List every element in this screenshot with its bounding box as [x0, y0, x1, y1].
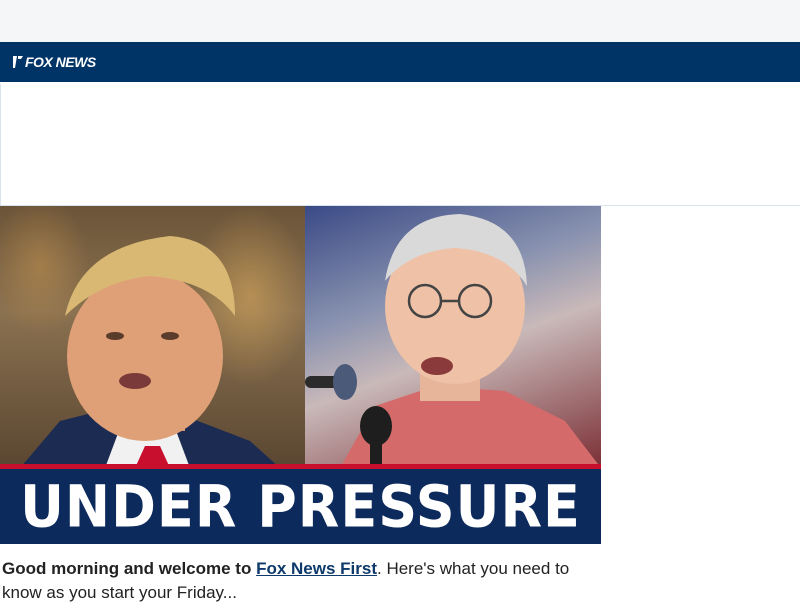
hero-photo-left: [0, 206, 305, 468]
banner-headline: UNDER PRESSURE: [20, 472, 581, 541]
hero-photo-right: [305, 206, 601, 468]
headline-banner: UNDER PRESSURE: [0, 469, 601, 544]
ad-slot: [0, 84, 800, 206]
logo-text: FOX NEWS: [25, 54, 96, 70]
browser-top-strip: [0, 0, 800, 42]
fox-news-logo[interactable]: FOX NEWS: [12, 53, 96, 71]
intro-paragraph: Good morning and welcome to Fox News Fir…: [2, 557, 602, 605]
person-right-illustration: [305, 214, 601, 468]
fox-logo-mark-icon: [13, 56, 23, 68]
fox-news-first-link[interactable]: Fox News First: [256, 559, 377, 578]
hero-image[interactable]: UNDER PRESSURE: [0, 206, 601, 544]
person-left-illustration: [20, 236, 280, 468]
intro-lead: Good morning and welcome to: [2, 559, 252, 578]
site-header: [0, 42, 800, 82]
